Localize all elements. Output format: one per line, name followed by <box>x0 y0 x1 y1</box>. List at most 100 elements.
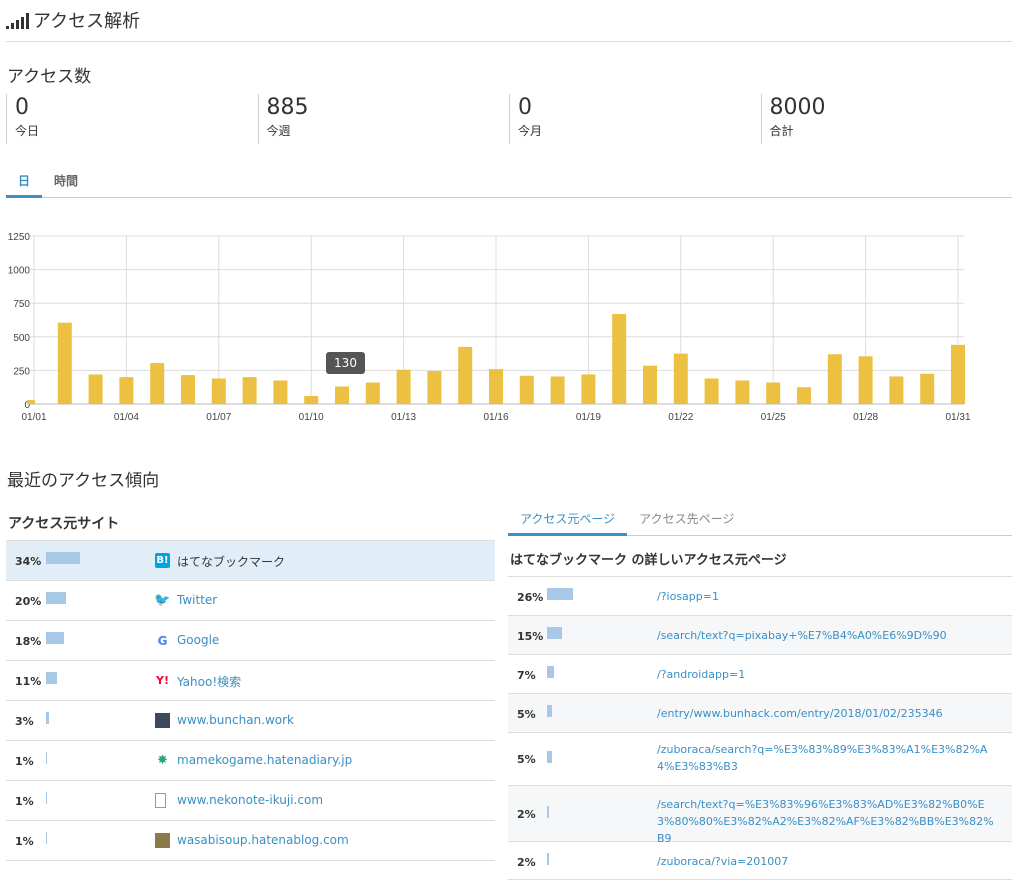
referrer-url[interactable]: /zuboraca/?via=201007 <box>657 853 997 870</box>
bar-01/25 <box>766 382 781 404</box>
site-avatar-icon <box>155 713 170 728</box>
access-count-title: アクセス数 <box>7 67 92 87</box>
percent-bar <box>46 832 47 844</box>
x-tick-label: 01/01 <box>21 412 46 423</box>
stat-value: 885 <box>266 95 309 120</box>
percent-bar <box>46 672 57 684</box>
x-tick-label: 01/04 <box>114 412 139 423</box>
site-name[interactable]: www.bunchan.work <box>177 713 294 727</box>
bar-01/20 <box>612 313 627 404</box>
referrer-url[interactable]: /search/text?q=%E3%83%96%E3%83%AD%E3%82%… <box>657 796 997 847</box>
site-name: はてなブックマーク <box>177 555 286 569</box>
twitter-icon: 🐦 <box>154 593 171 608</box>
bar-01/10 <box>304 395 319 404</box>
x-tick-label: 01/22 <box>668 412 693 423</box>
site-avatar-icon <box>155 833 170 848</box>
source-row-google[interactable]: 18% G Google <box>6 621 495 661</box>
percent-label: 26% <box>517 591 544 604</box>
site-name[interactable]: wasabisoup.hatenablog.com <box>177 833 349 847</box>
source-row-mamekogame[interactable]: 1% ✸ mamekogame.hatenadiary.jp <box>6 741 495 781</box>
percent-bar <box>547 666 554 678</box>
bar-01/21 <box>643 365 657 404</box>
stat-value: 8000 <box>769 95 826 120</box>
referrer-tabs: アクセス元ページ アクセス先ページ <box>508 506 1012 536</box>
source-row-twitter[interactable]: 20% 🐦 Twitter <box>6 581 495 621</box>
percent-bar <box>547 751 552 763</box>
percent-label: 2% <box>517 808 536 821</box>
signal-bars-icon <box>6 13 29 29</box>
site-name[interactable]: www.nekonote-ikuji.com <box>177 793 323 807</box>
referrer-url[interactable]: /?androidapp=1 <box>657 666 997 683</box>
stat-value: 0 <box>15 95 29 120</box>
referrer-row[interactable]: 5% /zuboraca/search?q=%E3%83%89%E3%83%A1… <box>508 733 1012 786</box>
percent-bar <box>46 792 47 804</box>
tab-landing-pages[interactable]: アクセス先ページ <box>627 506 746 535</box>
stat-label: 今日 <box>15 124 40 138</box>
referrer-url[interactable]: /search/text?q=pixabay+%E7%B4%A0%E6%9D%9… <box>657 627 997 644</box>
tab-referrer-pages[interactable]: アクセス元ページ <box>508 506 628 536</box>
y-tick-label: 1000 <box>8 266 31 277</box>
site-name[interactable]: Twitter <box>177 593 217 607</box>
y-tick-label: 750 <box>13 299 30 310</box>
bar-01/11 <box>335 386 349 404</box>
bar-01/06 <box>181 375 195 404</box>
referrer-url[interactable]: /?iosapp=1 <box>657 588 997 605</box>
bar-01/24 <box>735 380 750 404</box>
source-row-nekonote[interactable]: 1% www.nekonote-ikuji.com <box>6 781 495 821</box>
percent-bar <box>46 712 49 724</box>
x-tick-label: 01/07 <box>206 412 231 423</box>
y-tick-label: 500 <box>13 333 30 344</box>
bar-01/16 <box>489 369 503 404</box>
referrer-url[interactable]: /zuboraca/search?q=%E3%83%89%E3%83%A1%E3… <box>657 741 997 775</box>
percent-label: 5% <box>517 708 536 721</box>
percent-bar <box>46 552 80 564</box>
x-tick-label: 01/25 <box>761 412 786 423</box>
tab-hour[interactable]: 時間 <box>42 168 90 197</box>
source-row-hatena[interactable]: 34% B! はてなブックマーク <box>6 541 495 581</box>
bar-01/05 <box>150 363 165 404</box>
bar-01/19 <box>581 374 596 404</box>
site-avatar-icon: ✸ <box>157 753 168 768</box>
stat-today: 0 今日 <box>6 94 258 144</box>
tab-day[interactable]: 日 <box>6 168 43 198</box>
source-row-yahoo[interactable]: 11% Y! Yahoo!検索 <box>6 661 495 701</box>
referrer-row[interactable]: 7% /?androidapp=1 <box>508 655 1012 694</box>
source-row-bunchan[interactable]: 3% www.bunchan.work <box>6 701 495 741</box>
referrer-row[interactable]: 5% /entry/www.bunhack.com/entry/2018/01/… <box>508 694 1012 733</box>
bar-01/02 <box>57 322 72 404</box>
percent-label: 3% <box>15 715 34 728</box>
trend-title: 最近のアクセス傾向 <box>7 471 160 491</box>
site-name[interactable]: Yahoo!検索 <box>177 673 241 690</box>
referrer-row[interactable]: 26% /?iosapp=1 <box>508 577 1012 616</box>
access-stats: 0 今日 885 今週 0 今月 8000 合計 <box>6 94 1012 144</box>
referrer-page-list: 26% /?iosapp=1 15% /search/text?q=pixaba… <box>508 576 1012 880</box>
bar-01/27 <box>827 354 842 404</box>
referrer-pages-title: はてなブックマーク の詳しいアクセス元ページ <box>510 553 787 568</box>
bar-01/28 <box>858 356 873 404</box>
source-site-list: 34% B! はてなブックマーク 20% 🐦 Twitter 18% G Goo… <box>6 540 495 861</box>
referrer-row[interactable]: 15% /search/text?q=pixabay+%E7%B4%A0%E6%… <box>508 616 1012 655</box>
referrer-row[interactable]: 2% /search/text?q=%E3%83%96%E3%83%AD%E3%… <box>508 786 1012 845</box>
percent-label: 5% <box>517 753 536 766</box>
percent-bar <box>547 627 562 639</box>
bar-01/14 <box>427 371 442 404</box>
referrer-url[interactable]: /entry/www.bunhack.com/entry/2018/01/02/… <box>657 705 997 722</box>
bar-01/15 <box>458 346 473 404</box>
percent-label: 34% <box>15 555 42 568</box>
sources-title: アクセス元サイト <box>8 516 120 532</box>
percent-label: 1% <box>15 835 34 848</box>
y-tick-label: 1250 <box>8 232 31 243</box>
percent-label: 7% <box>517 669 536 682</box>
google-icon: G <box>157 633 168 648</box>
bar-01/01 <box>27 399 35 404</box>
bar-01/12 <box>365 382 380 404</box>
x-tick-label: 01/31 <box>945 412 970 423</box>
hatena-bookmark-icon: B! <box>155 553 170 568</box>
x-tick-label: 01/13 <box>391 412 416 423</box>
source-row-wasabisoup[interactable]: 1% wasabisoup.hatenablog.com <box>6 821 495 861</box>
site-name[interactable]: Google <box>177 633 219 647</box>
daily-access-chart: 02505007501000125001/01 01/04 01/07 01/10 01… <box>8 232 971 423</box>
site-name[interactable]: mamekogame.hatenadiary.jp <box>177 753 352 767</box>
referrer-row[interactable]: 2% /zuboraca/?via=201007 <box>508 842 1012 880</box>
bar-01/26 <box>797 387 811 404</box>
